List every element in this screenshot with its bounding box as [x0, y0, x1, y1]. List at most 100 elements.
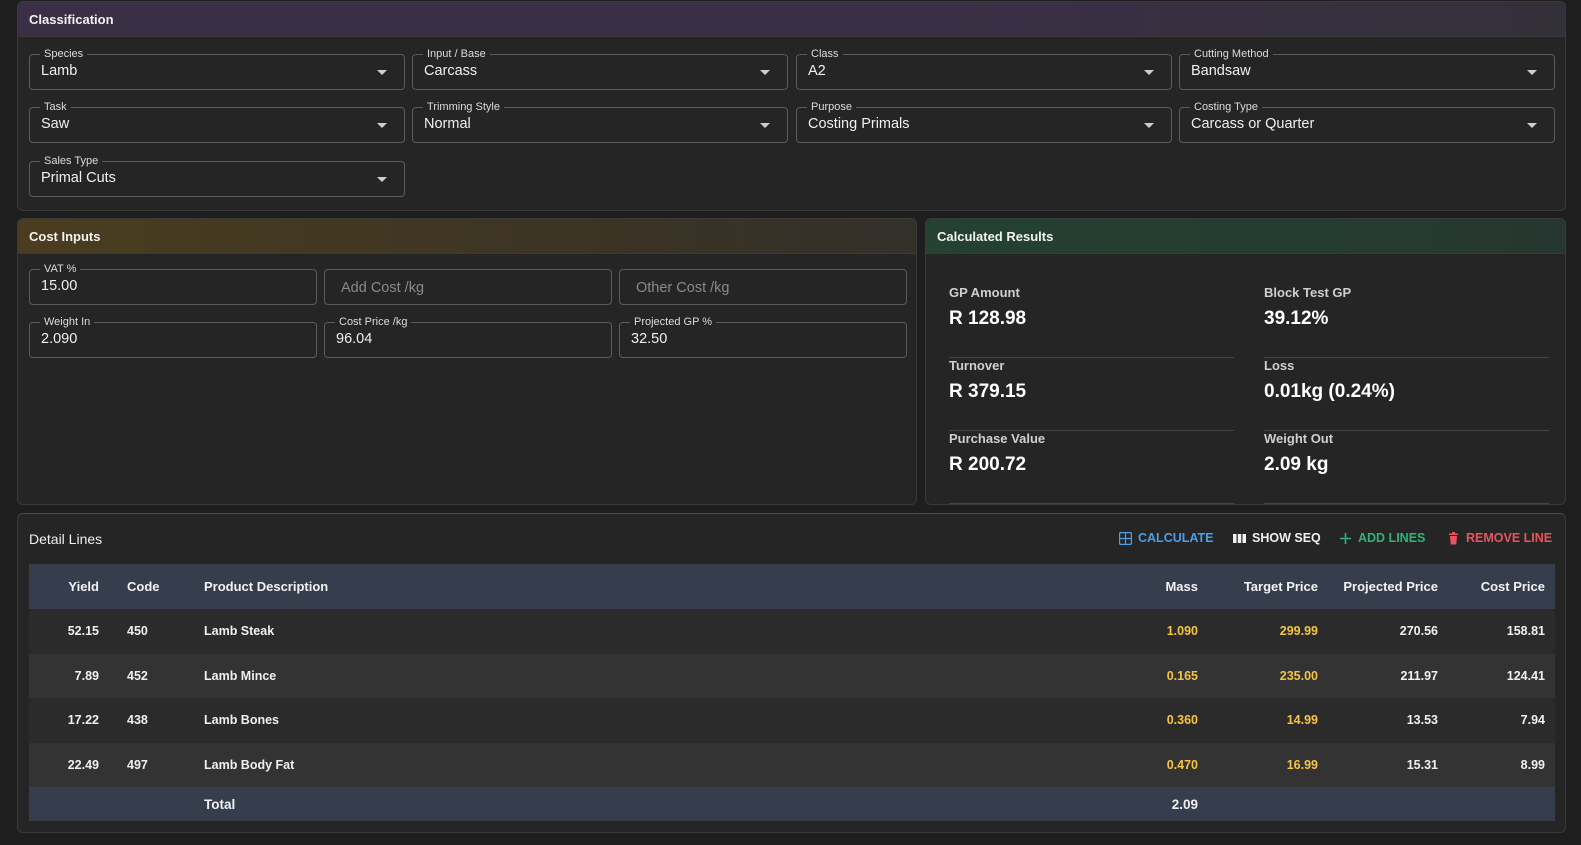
result-label: Purchase Value — [949, 431, 1046, 446]
col-projected-price[interactable]: Projected Price — [1328, 564, 1448, 609]
cell-description: Lamb Bones — [204, 713, 280, 728]
purpose-select[interactable]: Purpose Costing Primals — [796, 100, 1172, 143]
cost-price-field[interactable]: Cost Price /kg 96.04 — [324, 315, 612, 358]
trimming-style-select[interactable]: Trimming Style Normal — [412, 100, 788, 143]
costing-type-select[interactable]: Costing Type Carcass or Quarter — [1179, 100, 1555, 143]
cell-mass[interactable]: 1.090 — [1108, 609, 1208, 654]
weight-in-value: 2.090 — [41, 331, 78, 347]
cell-yield: 7.89 — [74, 668, 99, 683]
cell-code: 452 — [127, 668, 148, 683]
class-value: A2 — [808, 63, 826, 79]
cost-inputs-title: Cost Inputs — [18, 219, 916, 254]
table-row[interactable]: 22.49 497 Lamb Body Fat 0.470 16.99 15.3… — [29, 742, 1555, 788]
cell-target-price[interactable]: 14.99 — [1208, 698, 1328, 743]
cell-projected-price: 211.97 — [1400, 668, 1438, 683]
cell-code: 450 — [127, 624, 148, 639]
calculate-label: CALCULATE — [1138, 531, 1214, 545]
cell-target-price[interactable]: 299.99 — [1208, 609, 1328, 654]
columns-icon — [1233, 533, 1246, 543]
cell-target-price[interactable]: 16.99 — [1208, 743, 1328, 788]
cutting-method-select[interactable]: Cutting Method Bandsaw — [1179, 47, 1555, 90]
chevron-down-icon — [377, 123, 387, 128]
detail-lines-panel: Detail Lines CALCULATE SHOW SEQ ADD LINE… — [17, 513, 1566, 833]
cell-cost-price: 124.41 — [1506, 668, 1545, 683]
trimming-style-value: Normal — [424, 116, 471, 132]
input-base-value: Carcass — [424, 63, 478, 79]
col-mass[interactable]: Mass — [1108, 564, 1208, 609]
species-value: Lamb — [41, 63, 78, 79]
task-select[interactable]: Task Saw — [29, 100, 405, 143]
cell-description: Lamb Body Fat — [204, 757, 295, 772]
result-label: Turnover — [949, 358, 1005, 373]
vat-field[interactable]: VAT % 15.00 — [29, 262, 317, 305]
remove-line-button[interactable]: REMOVE LINE — [1447, 531, 1552, 545]
cost-inputs-panel: Cost Inputs VAT % 15.00 Add Cost /kg Oth… — [17, 218, 917, 505]
other-cost-field[interactable]: Other Cost /kg — [619, 269, 907, 305]
add-lines-label: ADD LINES — [1358, 531, 1426, 545]
cell-description: Lamb Mince — [204, 668, 277, 683]
species-label: Species — [40, 47, 88, 61]
cell-cost-price: 7.94 — [1520, 713, 1545, 728]
projected-gp-field[interactable]: Projected GP % 32.50 — [619, 315, 907, 358]
chevron-down-icon — [377, 177, 387, 182]
cell-description: Lamb Steak — [204, 624, 275, 639]
detail-lines-table: Yield Code Product Description Mass Targ… — [29, 564, 1555, 821]
result-label: Block Test GP — [1264, 285, 1352, 300]
class-select[interactable]: Class A2 — [796, 47, 1172, 90]
cell-mass[interactable]: 0.165 — [1108, 654, 1208, 699]
calculated-results-title: Calculated Results — [926, 219, 1565, 254]
col-yield[interactable]: Yield — [29, 564, 109, 609]
show-seq-button[interactable]: SHOW SEQ — [1233, 531, 1321, 545]
table-row[interactable]: 17.22 438 Lamb Bones 0.360 14.99 13.53 7… — [29, 698, 1555, 743]
sales-type-label: Sales Type — [40, 154, 103, 168]
col-target-price[interactable]: Target Price — [1208, 564, 1328, 609]
purpose-label: Purpose — [807, 100, 856, 114]
weight-in-field[interactable]: Weight In 2.090 — [29, 315, 317, 358]
col-cost-price[interactable]: Cost Price — [1448, 564, 1555, 609]
add-lines-button[interactable]: ADD LINES — [1339, 531, 1425, 545]
result-turnover: Turnover R 379.15 — [949, 358, 1234, 431]
chevron-down-icon — [1527, 70, 1537, 75]
grid-calculator-icon — [1119, 531, 1132, 545]
table-row[interactable]: 7.89 452 Lamb Mince 0.165 235.00 211.97 … — [29, 653, 1555, 699]
result-purchase-value: Purchase Value R 200.72 — [949, 431, 1234, 504]
add-cost-placeholder: Add Cost /kg — [341, 280, 425, 296]
cell-code: 438 — [127, 713, 148, 728]
result-loss: Loss 0.01kg (0.24%) — [1264, 358, 1549, 431]
classification-panel: Classification Species Lamb Input / Base… — [17, 1, 1566, 211]
add-cost-field[interactable]: Add Cost /kg — [324, 269, 612, 305]
result-value: 39.12% — [1264, 308, 1329, 329]
sales-type-value: Primal Cuts — [41, 170, 116, 186]
input-base-select[interactable]: Input / Base Carcass — [412, 47, 788, 90]
result-gp-amount: GP Amount R 128.98 — [949, 285, 1234, 358]
costing-type-label: Costing Type — [1190, 100, 1263, 114]
show-seq-label: SHOW SEQ — [1252, 531, 1321, 545]
chevron-down-icon — [1527, 123, 1537, 128]
table-row[interactable]: 52.15 450 Lamb Steak 1.090 299.99 270.56… — [29, 609, 1555, 654]
result-label: GP Amount — [949, 285, 1020, 300]
projected-gp-value: 32.50 — [631, 331, 668, 347]
col-code[interactable]: Code — [109, 564, 194, 609]
calculate-button[interactable]: CALCULATE — [1119, 531, 1213, 545]
cutting-method-label: Cutting Method — [1190, 47, 1273, 61]
chevron-down-icon — [377, 70, 387, 75]
projected-gp-label: Projected GP % — [630, 315, 717, 329]
total-mass: 2.09 — [1171, 796, 1198, 812]
cost-price-label: Cost Price /kg — [335, 315, 412, 329]
sales-type-select[interactable]: Sales Type Primal Cuts — [29, 154, 405, 197]
cell-mass[interactable]: 0.470 — [1108, 743, 1208, 788]
weight-in-label: Weight In — [40, 315, 95, 329]
result-weight-out: Weight Out 2.09 kg — [1264, 431, 1549, 504]
cell-cost-price: 158.81 — [1506, 624, 1545, 639]
cell-target-price[interactable]: 235.00 — [1208, 654, 1328, 699]
costing-type-value: Carcass or Quarter — [1191, 116, 1315, 132]
trimming-style-label: Trimming Style — [423, 100, 504, 114]
purpose-value: Costing Primals — [808, 116, 910, 132]
cell-cost-price: 8.99 — [1520, 757, 1545, 772]
col-product-description[interactable]: Product Description — [194, 564, 1108, 609]
remove-line-label: REMOVE LINE — [1466, 531, 1553, 545]
cell-mass[interactable]: 0.360 — [1108, 698, 1208, 743]
result-label: Weight Out — [1264, 431, 1334, 446]
result-block-test-gp: Block Test GP 39.12% — [1264, 285, 1549, 358]
species-select[interactable]: Species Lamb — [29, 47, 405, 90]
